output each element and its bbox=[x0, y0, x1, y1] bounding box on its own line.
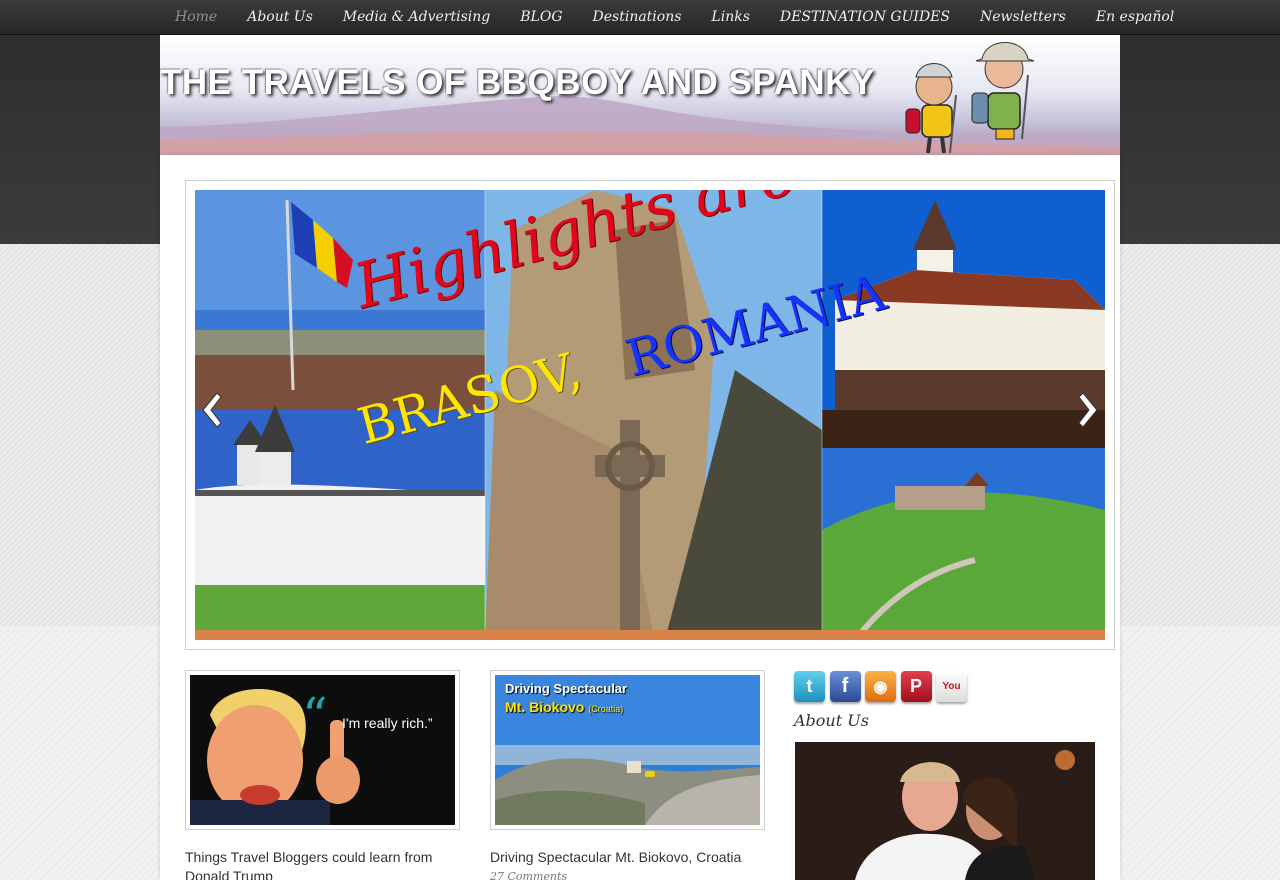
couple-photo bbox=[795, 742, 1095, 880]
site-title[interactable]: THE TRAVELS OF BBQBOY AND SPANKY bbox=[160, 63, 875, 103]
slider-next-button[interactable] bbox=[1075, 385, 1105, 435]
pinterest-icon[interactable]: P bbox=[900, 671, 932, 702]
post-card: Driving Spectacular Mt. Biokovo (Croatia… bbox=[490, 670, 765, 880]
post-thumbnail[interactable]: “ I'm really rich.” bbox=[185, 670, 460, 830]
thumbnail-caption-place: Mt. Biokovo (Croatia) bbox=[505, 699, 624, 715]
header-banner[interactable]: THE TRAVELS OF BBQBOY AND SPANKY bbox=[160, 35, 1120, 155]
nav-item-newsletters[interactable]: Newsletters bbox=[965, 0, 1081, 35]
nav-item-media-advertising[interactable]: Media & Advertising bbox=[328, 0, 505, 35]
about-us-photo[interactable] bbox=[795, 742, 1095, 880]
nav-item-links[interactable]: Links bbox=[696, 0, 764, 35]
nav-menu: Home About Us Media & Advertising BLOG D… bbox=[160, 0, 1189, 35]
post-thumbnail[interactable]: Driving Spectacular Mt. Biokovo (Croatia… bbox=[490, 670, 765, 830]
post-title[interactable]: Things Travel Bloggers could learn from … bbox=[185, 848, 460, 880]
thumbnail-caption: Driving Spectacular bbox=[505, 681, 628, 696]
post-title[interactable]: Driving Spectacular Mt. Biokovo, Croatia bbox=[490, 848, 765, 867]
about-us-heading: About Us bbox=[794, 711, 869, 730]
youtube-icon[interactable]: You bbox=[936, 671, 967, 702]
social-links: t f ◉ P You bbox=[794, 671, 972, 702]
quote-mark: “ bbox=[302, 687, 328, 745]
rss-icon[interactable]: ◉ bbox=[865, 671, 896, 702]
slide-image-collage bbox=[195, 190, 1105, 640]
nav-item-en-espanol[interactable]: En español bbox=[1081, 0, 1189, 35]
nav-item-about-us[interactable]: About Us bbox=[232, 0, 328, 35]
post-card: “ I'm really rich.” Things Travel Blogge… bbox=[185, 670, 460, 880]
post-thumbnail-image: “ I'm really rich.” bbox=[190, 675, 455, 825]
nav-item-destinations[interactable]: Destinations bbox=[578, 0, 697, 35]
thumbnail-quote: I'm really rich.” bbox=[342, 715, 433, 731]
chevron-right-icon bbox=[1078, 392, 1098, 428]
biokovo-landscape bbox=[495, 675, 760, 825]
post-thumbnail-image: Driving Spectacular Mt. Biokovo (Croatia… bbox=[495, 675, 760, 825]
slider-prev-button[interactable] bbox=[195, 385, 225, 435]
post-comment-count[interactable]: 27 Comments bbox=[490, 870, 765, 880]
nav-item-home[interactable]: Home bbox=[160, 0, 232, 35]
slide-brasov-romania[interactable]: Highlights around BRASOV, ROMANIA bbox=[195, 190, 1105, 640]
main-container: Highlights around BRASOV, ROMANIA bbox=[160, 155, 1120, 880]
facebook-icon[interactable]: f bbox=[829, 671, 861, 702]
featured-slider: Highlights around BRASOV, ROMANIA bbox=[185, 180, 1115, 650]
mascots-illustration bbox=[905, 42, 1035, 154]
nav-item-destination-guides[interactable]: DESTINATION GUIDES bbox=[765, 0, 965, 35]
chevron-left-icon bbox=[202, 392, 222, 428]
nav-item-blog[interactable]: BLOG bbox=[505, 0, 577, 35]
top-navigation: Home About Us Media & Advertising BLOG D… bbox=[0, 0, 1280, 35]
twitter-icon[interactable]: t bbox=[794, 671, 825, 702]
